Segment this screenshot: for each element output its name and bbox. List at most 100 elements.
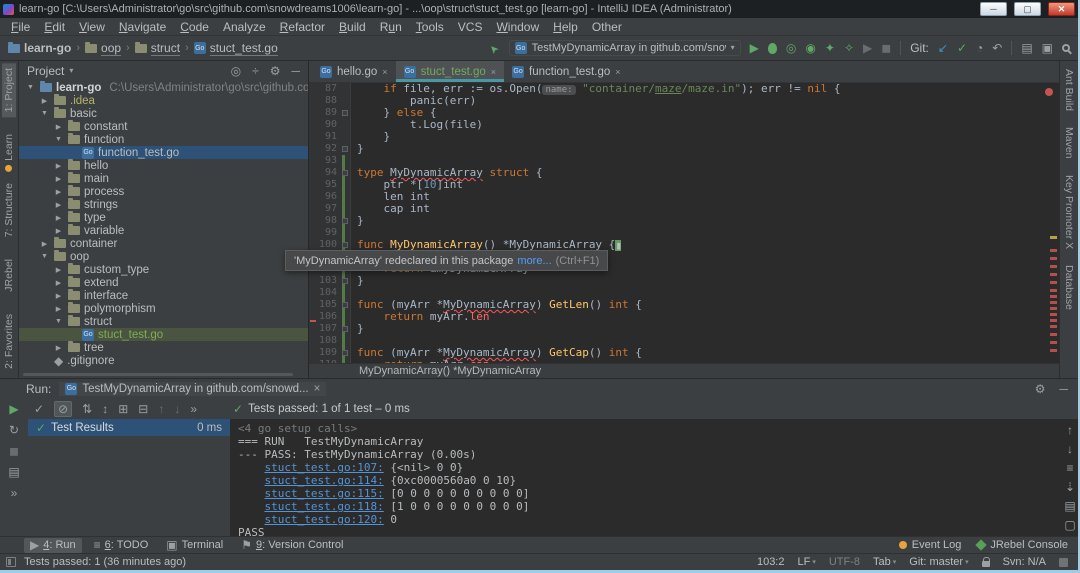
status-lf[interactable]: LF▾	[797, 556, 815, 568]
menu-other[interactable]: Other	[585, 19, 629, 35]
tree-item-container[interactable]: ▶container	[19, 237, 308, 250]
error-stripe-mark[interactable]	[1050, 325, 1057, 328]
fold-marker-icon[interactable]	[342, 302, 348, 308]
run-configuration-select[interactable]: Go TestMyDynamicArray in github.com/snow…	[509, 40, 741, 56]
error-stripe-mark[interactable]	[1050, 257, 1057, 260]
menu-view[interactable]: View	[72, 19, 112, 35]
console-output[interactable]: <4 go setup calls>=== RUN TestMyDynamicA…	[230, 419, 1062, 536]
breadcrumb-learn-go[interactable]: learn-go	[8, 41, 71, 55]
fold-marker-icon[interactable]	[342, 326, 348, 332]
fold-marker-icon[interactable]	[342, 146, 348, 152]
fold-marker-icon[interactable]	[342, 110, 348, 116]
tree-item-tree[interactable]: ▶tree	[19, 341, 308, 354]
tooltip-more-link[interactable]: more...	[517, 255, 551, 267]
stop-icon[interactable]: ◼	[881, 42, 891, 54]
rerun-failed-icon[interactable]: ↻	[9, 424, 19, 436]
tree-item-constant[interactable]: ▶constant	[19, 120, 308, 133]
close-button[interactable]: ✕	[1048, 2, 1075, 16]
tree-arrow-icon[interactable]: ▶	[53, 227, 64, 235]
inspection-error-indicator[interactable]	[1045, 88, 1053, 96]
tree-arrow-icon[interactable]: ▶	[53, 214, 64, 222]
close-icon[interactable]: ×	[382, 67, 387, 77]
toolstrip-key-promoter-x[interactable]: Key Promoter X	[1063, 175, 1075, 249]
console-file-link[interactable]: stuct_test.go:118:	[265, 500, 384, 513]
tree-item-strings[interactable]: ▶strings	[19, 198, 308, 211]
update-project-icon[interactable]: ↙	[938, 42, 948, 54]
tree-arrow-icon[interactable]: ▶	[53, 175, 64, 183]
local-history-icon[interactable]: ◔	[976, 42, 983, 54]
toolwindow-tab-6-todo[interactable]: ≡6: TODO	[88, 538, 155, 553]
hide-panel-icon[interactable]: ─	[1059, 383, 1068, 395]
close-icon[interactable]: ×	[615, 67, 620, 77]
menu-file[interactable]: File	[4, 19, 37, 35]
console-file-link[interactable]: stuct_test.go:107:	[265, 461, 384, 474]
toolwindow-toggle-icon[interactable]	[6, 557, 16, 567]
sort-by-duration-icon[interactable]: ↕	[102, 403, 108, 415]
stop-icon[interactable]: ◼	[9, 445, 19, 457]
status-svn-n/a[interactable]: Svn: N/A	[1003, 556, 1046, 568]
tree-arrow-icon[interactable]: ▶	[53, 305, 64, 313]
tree-arrow-icon[interactable]: ▼	[39, 253, 50, 260]
error-stripe-mark[interactable]	[1050, 295, 1057, 298]
maximize-button[interactable]: ▢	[1014, 2, 1041, 16]
menu-build[interactable]: Build	[332, 19, 373, 35]
error-stripe-mark[interactable]	[1050, 319, 1057, 322]
error-stripe-mark[interactable]	[1050, 236, 1057, 239]
menu-tools[interactable]: Tools	[409, 19, 451, 35]
status-message[interactable]: Tests passed: 1 (36 minutes ago)	[24, 556, 186, 568]
previous-failed-icon[interactable]: ↑	[158, 403, 164, 415]
print-icon[interactable]: ▤	[1064, 500, 1075, 512]
clear-icon[interactable]: ▢	[1064, 519, 1075, 531]
scroll-up-icon[interactable]: ↑	[1067, 424, 1073, 436]
tree-item-interface[interactable]: ▶interface	[19, 289, 308, 302]
tree-item-.gitignore[interactable]: ◆.gitignore	[19, 354, 308, 367]
menu-help[interactable]: Help	[546, 19, 585, 35]
run-plugin-a-icon[interactable]: ✦	[825, 42, 835, 54]
hide-panel-icon[interactable]: ─	[291, 65, 300, 77]
hotswap-arrow-icon[interactable]: ➤	[488, 41, 502, 55]
settings-gear-icon[interactable]: ⚙	[270, 65, 281, 77]
status-utf-8[interactable]: UTF-8	[829, 556, 860, 568]
tree-item-stuct_test.go[interactable]: Gostuct_test.go	[19, 328, 308, 341]
search-everywhere-icon[interactable]	[1062, 44, 1070, 52]
minimize-button[interactable]: ─	[980, 2, 1007, 16]
toolstrip-ant-build[interactable]: Ant Build	[1063, 69, 1075, 111]
error-stripe-mark[interactable]	[1050, 281, 1057, 284]
close-icon[interactable]: ×	[314, 383, 321, 395]
error-stripe-mark[interactable]	[1050, 307, 1057, 310]
tree-arrow-icon[interactable]: ▶	[53, 344, 64, 352]
close-icon[interactable]: ×	[491, 67, 496, 77]
terminal-popup-icon[interactable]: ▣	[1042, 42, 1053, 54]
run-disabled-icon[interactable]: ▶	[863, 42, 872, 54]
editor-tab-function_test.go[interactable]: Gofunction_test.go×	[504, 61, 628, 82]
console-file-link[interactable]: stuct_test.go:115:	[265, 487, 384, 500]
tree-item-oop[interactable]: ▼oop	[19, 250, 308, 263]
show-passed-icon[interactable]: ✓	[34, 403, 44, 415]
toolwindow-tab-9-version-control[interactable]: ⚑9: Version Control	[235, 538, 349, 553]
tree-arrow-icon[interactable]: ▶	[53, 266, 64, 274]
commit-icon[interactable]: ✓	[957, 42, 967, 54]
toolstrip-learn[interactable]: Learn	[2, 129, 16, 177]
run-plugin-b-icon[interactable]: ✧	[844, 42, 854, 54]
tree-item-custom_type[interactable]: ▶custom_type	[19, 263, 308, 276]
error-stripe-mark[interactable]	[1050, 313, 1057, 316]
toolwindow-tab-terminal[interactable]: ▣Terminal	[160, 538, 229, 553]
menu-window[interactable]: Window	[489, 19, 546, 35]
toolwindow-tab-4-run[interactable]: ▶4: Run	[24, 538, 82, 553]
tree-item-variable[interactable]: ▶variable	[19, 224, 308, 237]
tree-arrow-icon[interactable]: ▶	[53, 292, 64, 300]
status-tab[interactable]: Tab▾	[873, 556, 896, 568]
collapse-all-icon[interactable]: ⊟	[138, 403, 148, 415]
chevron-down-icon[interactable]: ▾	[69, 67, 73, 75]
horizontal-scrollbar[interactable]	[23, 373, 293, 376]
editor-tab-hello.go[interactable]: Gohello.go×	[312, 61, 396, 82]
tree-item-polymorphism[interactable]: ▶polymorphism	[19, 302, 308, 315]
fold-marker-icon[interactable]	[342, 242, 348, 248]
status-git-master[interactable]: Git: master▾	[909, 556, 968, 568]
fold-marker-icon[interactable]	[342, 218, 348, 224]
menu-navigate[interactable]: Navigate	[112, 19, 173, 35]
expand-all-icon[interactable]: ⊞	[118, 403, 128, 415]
locate-file-icon[interactable]: ◎	[231, 65, 241, 77]
menu-code[interactable]: Code	[173, 19, 216, 35]
menu-refactor[interactable]: Refactor	[273, 19, 332, 35]
